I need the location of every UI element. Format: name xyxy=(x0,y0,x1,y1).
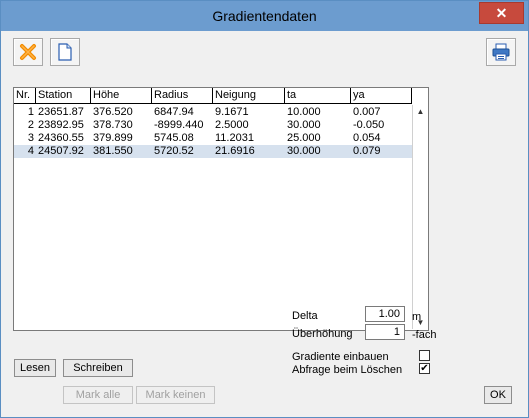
cell-hoehe: 379.899 xyxy=(93,132,133,144)
window-title: Gradientendaten xyxy=(212,8,317,24)
delete-button[interactable] xyxy=(13,38,43,66)
cell-ya: 0.079 xyxy=(353,145,381,157)
delta-unit: m xyxy=(412,311,422,323)
table-row-selected[interactable]: 4 24507.92 381.550 5720.52 21.6916 30.00… xyxy=(14,145,412,158)
cell-neigung: 21.6916 xyxy=(215,145,255,157)
cell-nr: 3 xyxy=(27,132,34,144)
col-header-nr[interactable]: Nr. xyxy=(14,88,36,103)
new-document-icon xyxy=(58,43,72,61)
cell-radius: 5720.52 xyxy=(154,145,194,157)
table-row[interactable]: 2 23892.95 378.730 -8999.440 2.5000 30.0… xyxy=(14,119,412,132)
cell-station: 24360.55 xyxy=(38,132,84,144)
cell-ya: -0.050 xyxy=(353,119,385,131)
close-icon: ✕ xyxy=(495,5,508,21)
checkmark-icon: ✔ xyxy=(420,363,429,374)
delta-label: Delta xyxy=(292,310,318,322)
cell-hoehe: 376.520 xyxy=(93,106,133,118)
mark-keinen-button[interactable]: Mark keinen xyxy=(136,386,215,404)
cell-ta: 30.000 xyxy=(287,119,321,131)
delta-input[interactable]: 1.00 xyxy=(365,306,405,322)
abfrage-loeschen-checkbox[interactable]: ✔ xyxy=(419,363,430,374)
cell-neigung: 2.5000 xyxy=(215,119,249,131)
cell-hoehe: 381.550 xyxy=(93,145,133,157)
cell-nr: 2 xyxy=(27,119,34,131)
cell-ta: 30.000 xyxy=(287,145,321,157)
cell-neigung: 9.1671 xyxy=(215,106,249,118)
table-header: Nr. Station Höhe Radius Neigung ta ya xyxy=(14,88,412,104)
dialog-client: Nr. Station Höhe Radius Neigung ta ya 1 … xyxy=(8,32,522,412)
gradiente-einbauen-label: Gradiente einbauen xyxy=(292,351,389,363)
mark-alle-button[interactable]: Mark alle xyxy=(63,386,133,404)
cell-ta: 25.000 xyxy=(287,132,321,144)
gradient-table[interactable]: Nr. Station Höhe Radius Neigung ta ya 1 … xyxy=(13,87,429,331)
new-button[interactable] xyxy=(50,38,80,66)
cell-ya: 0.007 xyxy=(353,106,381,118)
print-button[interactable] xyxy=(486,38,516,66)
dialog-window: Gradientendaten ✕ Nr. Station Höhe Radiu… xyxy=(0,0,529,418)
printer-icon xyxy=(492,43,510,61)
gradiente-einbauen-checkbox[interactable] xyxy=(419,350,430,361)
cell-nr: 4 xyxy=(27,145,34,157)
cell-nr: 1 xyxy=(27,106,34,118)
ueberhoehung-unit: -fach xyxy=(412,329,437,341)
close-button[interactable]: ✕ xyxy=(479,2,524,24)
col-header-ta[interactable]: ta xyxy=(285,88,351,103)
abfrage-loeschen-label: Abfrage beim Löschen xyxy=(292,364,403,376)
ueberhoehung-input[interactable]: 1 xyxy=(365,324,405,340)
scroll-up-arrow-icon[interactable]: ▲ xyxy=(413,105,428,118)
lesen-button[interactable]: Lesen xyxy=(14,359,56,377)
cell-ta: 10.000 xyxy=(287,106,321,118)
table-row[interactable]: 1 23651.87 376.520 6847.94 9.1671 10.000… xyxy=(14,106,412,119)
col-header-ya[interactable]: ya xyxy=(351,88,412,103)
schreiben-button[interactable]: Schreiben xyxy=(63,359,133,377)
cell-radius: 5745.08 xyxy=(154,132,194,144)
table-scrollbar[interactable]: ▲ ▼ xyxy=(412,105,428,329)
ok-button[interactable]: OK xyxy=(484,386,512,404)
ueberhoehung-label: Überhöhung xyxy=(292,328,353,340)
cell-station: 23651.87 xyxy=(38,106,84,118)
cell-radius: 6847.94 xyxy=(154,106,194,118)
cell-ya: 0.054 xyxy=(353,132,381,144)
col-header-neigung[interactable]: Neigung xyxy=(213,88,285,103)
table-row[interactable]: 3 24360.55 379.899 5745.08 11.2031 25.00… xyxy=(14,132,412,145)
col-header-radius[interactable]: Radius xyxy=(152,88,213,103)
cell-radius: -8999.440 xyxy=(154,119,204,131)
title-bar[interactable]: Gradientendaten ✕ xyxy=(1,1,528,31)
cell-station: 24507.92 xyxy=(38,145,84,157)
cell-neigung: 11.2031 xyxy=(215,132,254,144)
cell-station: 23892.95 xyxy=(38,119,84,131)
delete-x-icon xyxy=(20,44,36,60)
cell-hoehe: 378.730 xyxy=(93,119,133,131)
col-header-hoehe[interactable]: Höhe xyxy=(91,88,152,103)
col-header-station[interactable]: Station xyxy=(36,88,91,103)
